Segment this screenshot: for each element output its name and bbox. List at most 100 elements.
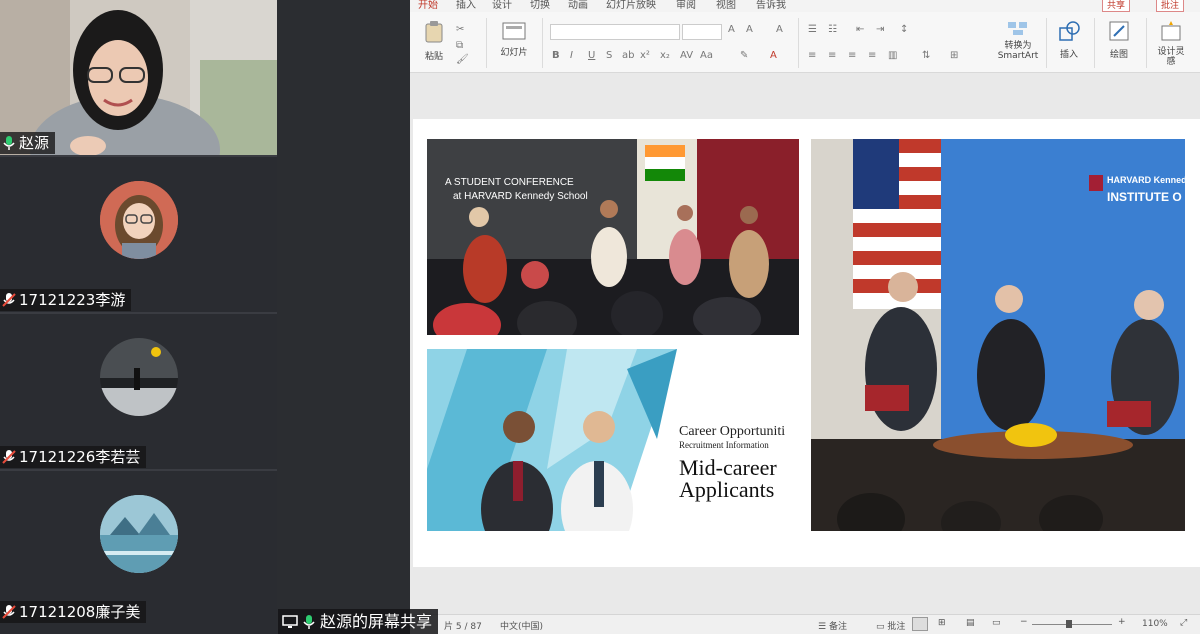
ribbon-toolbar: 粘贴 ✂ ⧉ 🖌 幻灯片 A A A B I U S ab x² x₂ AV A…: [410, 12, 1200, 73]
slide-sorter-icon[interactable]: ⊞: [938, 618, 946, 628]
font-family-select[interactable]: [550, 24, 680, 40]
font-size-select[interactable]: [682, 24, 722, 40]
highlight-icon[interactable]: ✎: [740, 50, 748, 61]
slide-layout-icon: [502, 22, 526, 40]
text-direction-icon[interactable]: ⇅: [922, 50, 930, 61]
conference-caption-2: at HARVARD Kennedy School: [453, 191, 588, 202]
tab-transitions[interactable]: 切换: [530, 0, 550, 11]
career-line2: Recruitment Information: [679, 440, 769, 450]
share-area-margin: [277, 0, 410, 634]
zoom-out-button[interactable]: −: [1020, 617, 1028, 627]
zoom-slider[interactable]: [1032, 624, 1112, 625]
slide-counter: 片 5 / 87: [444, 622, 482, 632]
microphone-muted-icon: [2, 293, 16, 307]
superscript-icon[interactable]: x²: [640, 50, 650, 61]
microphone-muted-icon: [2, 605, 16, 619]
strikethrough-icon[interactable]: S: [606, 50, 612, 61]
change-case-icon[interactable]: Aa: [700, 50, 713, 61]
drawing-button[interactable]: 绘图: [1104, 20, 1134, 60]
comments-button[interactable]: 批注: [1156, 0, 1185, 12]
reading-view-icon[interactable]: ▤: [966, 618, 975, 628]
slide-editing-canvas[interactable]: A STUDENT CONFERENCE at HARVARD Kennedy …: [410, 73, 1200, 614]
tab-insert[interactable]: 插入: [456, 0, 476, 11]
photo-conference-panel[interactable]: A STUDENT CONFERENCE at HARVARD Kennedy …: [427, 139, 799, 335]
institute-logo-line1: HARVARD Kennedy: [1107, 175, 1185, 185]
participant-name-tag: 赵源: [0, 132, 56, 154]
participant-tile[interactable]: 17121226李若芸: [0, 314, 277, 471]
language-indicator[interactable]: 中文(中国): [500, 619, 543, 632]
clipboard-icon: [425, 21, 443, 43]
line-spacing-icon[interactable]: ↕: [900, 24, 908, 35]
shrink-font-icon[interactable]: A: [746, 24, 753, 35]
numbering-icon[interactable]: ☷: [828, 24, 837, 35]
photo-institute-of-politics[interactable]: HARVARD Kennedy INSTITUTE O: [811, 139, 1185, 531]
design-ideas-icon: [1161, 21, 1181, 41]
tab-view[interactable]: 视图: [716, 0, 736, 11]
bullets-icon[interactable]: ☰: [808, 24, 817, 35]
participant-name: 17121208廉子美: [19, 603, 141, 621]
new-slide-button[interactable]: 幻灯片: [494, 22, 534, 58]
slide[interactable]: A STUDENT CONFERENCE at HARVARD Kennedy …: [413, 119, 1200, 567]
participant-tile-video[interactable]: 赵源: [0, 0, 277, 157]
zoom-slider-thumb[interactable]: [1066, 620, 1072, 628]
microphone-muted-icon: [2, 450, 16, 464]
align-right-icon[interactable]: ≡: [848, 50, 856, 61]
align-center-icon[interactable]: ≡: [828, 50, 836, 61]
smartart-icon: [1008, 22, 1027, 35]
character-spacing-icon[interactable]: AV: [680, 50, 693, 61]
convert-smartart-button[interactable]: 转换为 SmartArt: [996, 20, 1040, 61]
columns-icon[interactable]: ▥: [888, 50, 897, 61]
grow-font-icon[interactable]: A: [728, 24, 735, 35]
decrease-indent-icon[interactable]: ⇤: [856, 24, 864, 35]
participant-tile[interactable]: 17121208廉子美: [0, 471, 277, 634]
italic-icon[interactable]: I: [570, 50, 573, 61]
career-line4: Applicants: [679, 477, 774, 502]
avatar: [100, 495, 178, 573]
justify-icon[interactable]: ≡: [868, 50, 876, 61]
tab-slideshow[interactable]: 幻灯片放映: [606, 0, 656, 11]
institute-logo-line2: INSTITUTE O: [1107, 190, 1182, 204]
screen-share-icon: [282, 614, 298, 628]
underline-icon[interactable]: U: [588, 50, 595, 61]
slideshow-icon[interactable]: ▭: [992, 618, 1001, 628]
microphone-active-icon: [3, 136, 15, 150]
avatar: [100, 181, 178, 259]
status-comments-button[interactable]: ▭ 批注: [876, 619, 905, 632]
shared-powerpoint-window[interactable]: 开始 插入 设计 切换 动画 幻灯片放映 审阅 视图 告诉我 共享 批注 粘贴 …: [410, 0, 1200, 634]
tab-tell-me[interactable]: 告诉我: [756, 0, 786, 11]
align-text-icon[interactable]: ⊞: [950, 50, 958, 61]
zoom-level[interactable]: 110%: [1142, 619, 1168, 629]
photo-career-opportunities[interactable]: Career Opportuniti Recruitment Informati…: [427, 349, 799, 531]
participant-tile[interactable]: 17121223李游: [0, 157, 277, 314]
fit-slide-icon[interactable]: ⤢: [1180, 618, 1187, 628]
subscript-icon[interactable]: x₂: [660, 50, 670, 61]
paste-button[interactable]: 粘贴: [420, 20, 448, 62]
cut-icon[interactable]: ✂: [456, 24, 464, 35]
career-photo: Career Opportuniti Recruitment Informati…: [427, 349, 799, 531]
career-line1: Career Opportuniti: [679, 424, 785, 439]
normal-view-icon[interactable]: [912, 617, 928, 631]
format-painter-icon[interactable]: 🖌: [456, 54, 469, 65]
avatar: [100, 338, 178, 416]
increase-indent-icon[interactable]: ⇥: [876, 24, 884, 35]
zoom-in-button[interactable]: +: [1118, 617, 1126, 627]
font-color-icon[interactable]: A: [770, 50, 777, 61]
tab-design[interactable]: 设计: [492, 0, 512, 11]
participant-name: 17121223李游: [19, 291, 126, 309]
align-left-icon[interactable]: ≡: [808, 50, 816, 61]
copy-icon[interactable]: ⧉: [456, 40, 463, 51]
microphone-active-icon: [303, 614, 315, 629]
insert-shape-button[interactable]: 插入: [1054, 20, 1084, 60]
share-button[interactable]: 共享: [1102, 0, 1131, 12]
participant-panel: 赵源 17121223李游 17121226李若芸 17121208廉子美: [0, 0, 277, 634]
tab-review[interactable]: 审阅: [676, 0, 696, 11]
shadow-icon[interactable]: ab: [622, 50, 634, 61]
clear-format-icon[interactable]: A: [776, 24, 783, 35]
notes-button[interactable]: ☰ 备注: [818, 619, 847, 632]
designer-button[interactable]: 设计灵感: [1156, 20, 1186, 67]
tab-home[interactable]: 开始: [418, 0, 438, 11]
institute-photo: HARVARD Kennedy INSTITUTE O: [811, 139, 1185, 531]
bold-icon[interactable]: B: [552, 50, 560, 61]
shapes-icon: [1059, 21, 1080, 41]
tab-animations[interactable]: 动画: [568, 0, 588, 11]
